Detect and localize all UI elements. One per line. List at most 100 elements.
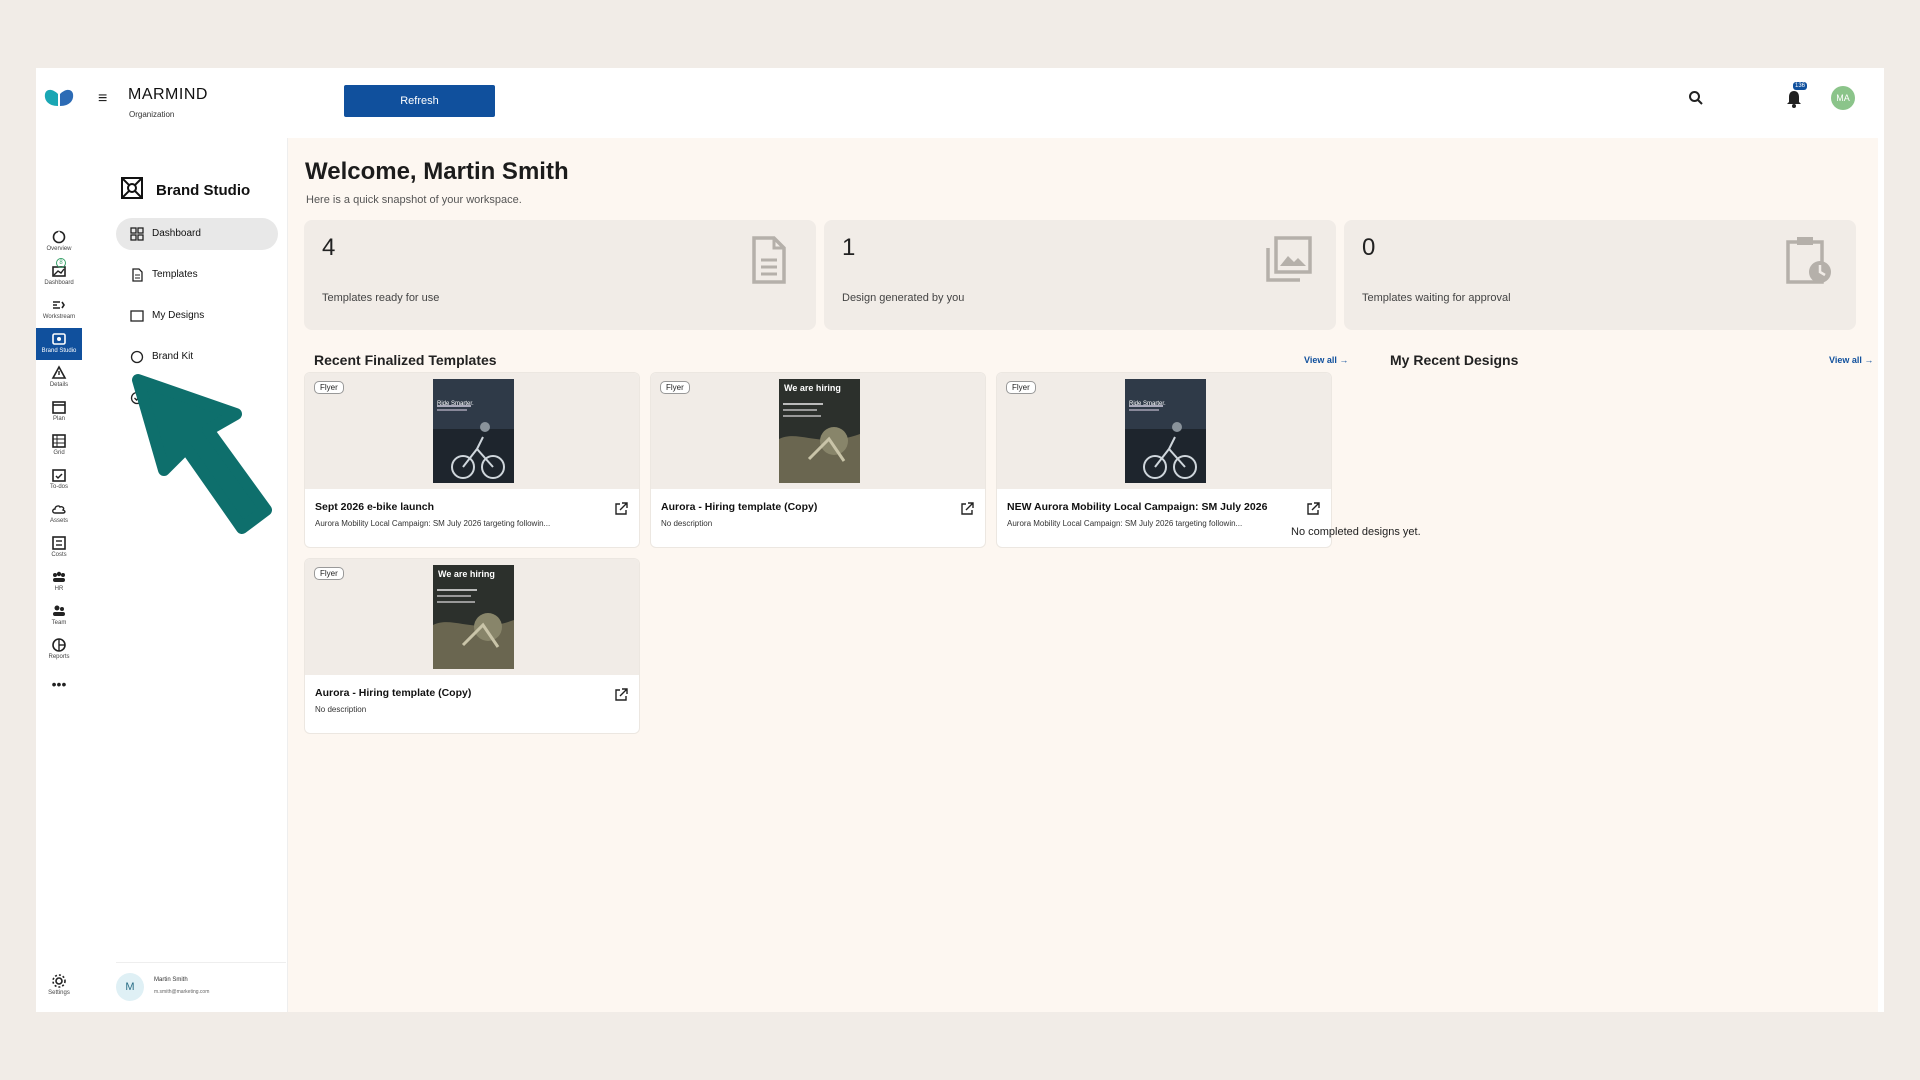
more-icon[interactable]: ••• [36,676,82,708]
recent-designs-title: My Recent Designs [1390,352,1519,368]
sidebar-item-my-designs[interactable]: My Designs [116,300,278,332]
template-description: Aurora Mobility Local Campaign: SM July … [315,519,551,528]
template-preview: Flyer Ride Smarter. [997,373,1331,489]
rail-item-brand-studio[interactable]: Brand Studio [36,328,82,360]
template-card[interactable]: Flyer Ride Smarter. Sept 2026 e-bike lau… [304,372,640,548]
sidebar-item-templates[interactable]: Templates [116,259,278,291]
designs-icon [130,310,144,322]
recent-templates-title: Recent Finalized Templates [314,352,497,368]
stat-value: 1 [842,234,856,261]
rail-item-team[interactable]: Team [36,600,82,632]
sidebar-item-dashboard[interactable]: Dashboard [116,218,278,250]
rail-item-assets[interactable]: Assets [36,498,82,530]
brand-studio-icon [52,333,66,345]
gallery-icon [1266,236,1312,282]
left-nav-rail: Overview Dashboard 8 Workstream Brand St… [36,130,82,1012]
overview-icon [52,230,66,244]
stat-label: Templates ready for use [322,292,440,304]
details-icon [51,365,67,379]
refresh-button[interactable]: Refresh [344,85,495,117]
rail-item-hr[interactable]: HR [36,566,82,598]
rail-item-workstream[interactable]: Workstream [36,294,82,326]
todo-icon [52,469,66,482]
notification-count-badge: 136 [1793,82,1808,90]
document-icon [132,268,143,282]
rail-item-settings[interactable]: Settings [36,970,82,1002]
marmind-logo-icon[interactable] [42,86,76,108]
template-thumbnail [1125,379,1206,483]
rail-item-costs[interactable]: Costs [36,532,82,564]
open-external-icon[interactable] [1305,501,1321,517]
dashboard-badge: 8 [56,258,66,268]
stat-value: 4 [322,234,336,261]
template-thumbnail-text: Ride Smarter. [1129,401,1166,407]
template-title: Aurora - Hiring template (Copy) [315,687,472,699]
template-type-badge: Flyer [660,381,690,394]
open-external-icon[interactable] [613,687,629,703]
template-card[interactable]: Flyer We are hiring Aurora - Hiring temp… [650,372,986,548]
template-description: Aurora Mobility Local Campaign: SM July … [1007,519,1243,528]
sidebar-item-approvals[interactable]: Approvals [116,382,278,414]
view-all-templates-link[interactable]: View all → [1304,355,1348,365]
template-thumbnail-text: We are hiring [438,569,495,579]
sidebar-title: Brand Studio [156,182,251,199]
gear-icon [52,974,66,988]
clipboard-clock-icon [1786,237,1831,284]
top-bar: ≡ MARMIND Organization Refresh 136 MA [36,68,1884,130]
rail-item-todos[interactable]: To-dos [36,464,82,496]
template-preview: Flyer Ride Smarter. [305,373,639,489]
menu-icon[interactable]: ≡ [98,90,107,108]
app-window: ≡ MARMIND Organization Refresh 136 MA Ov… [36,68,1884,1012]
stat-card-designs-generated: 1 Design generated by you [824,220,1336,330]
template-title: Sept 2026 e-bike launch [315,501,435,513]
template-type-badge: Flyer [1006,381,1036,394]
user-email: m.smith@marketing.com [154,989,210,995]
template-type-badge: Flyer [314,381,344,394]
grid-icon [52,434,66,448]
open-external-icon[interactable] [613,501,629,517]
stat-value: 0 [1362,234,1376,261]
calendar-icon [52,401,66,414]
template-card[interactable]: Flyer Ride Smarter. NEW Aurora Mobility … [996,372,1332,548]
template-card[interactable]: Flyer We are hiring Aurora - Hiring temp… [304,558,640,734]
sidebar-user-profile[interactable]: M Martin Smith m.smith@marketing.com [116,962,286,1002]
costs-icon [52,536,66,550]
template-thumbnail-text: We are hiring [784,383,841,393]
template-title: Aurora - Hiring template (Copy) [661,501,818,513]
rail-item-reports[interactable]: Reports [36,634,82,666]
stat-card-templates-ready: 4 Templates ready for use [304,220,816,330]
user-avatar[interactable]: MA [1831,86,1855,110]
brand-studio-logo-icon [121,177,143,199]
team-icon [53,605,65,616]
template-title: NEW Aurora Mobility Local Campaign: SM J… [1007,501,1268,513]
dashboard-grid-icon [130,227,144,241]
view-all-designs-link[interactable]: View all → [1829,355,1873,365]
org-label: Organization [129,110,175,119]
stat-label: Templates waiting for approval [1362,292,1511,304]
sidebar-item-brand-kit[interactable]: Brand Kit [116,341,278,373]
hr-icon [53,571,65,582]
brand-studio-sidebar: Brand Studio Dashboard Templates My Desi… [104,138,306,1012]
rail-item-details[interactable]: Details [36,362,82,394]
template-preview: Flyer We are hiring [651,373,985,489]
open-external-icon[interactable] [959,501,975,517]
template-description: No description [315,705,367,714]
rail-item-plan[interactable]: Plan [36,396,82,428]
reports-icon [52,638,66,652]
rail-item-grid[interactable]: Grid [36,430,82,462]
stat-card-awaiting-approval: 0 Templates waiting for approval [1344,220,1856,330]
workstream-icon [53,301,65,309]
user-name: Martin Smith [154,977,188,983]
search-icon[interactable] [1686,88,1706,108]
main-content: Welcome, Martin Smith Here is a quick sn… [288,138,1878,1012]
rail-item-overview[interactable]: Overview [36,226,82,258]
stat-label: Design generated by you [842,292,965,304]
page-subtitle: Here is a quick snapshot of your workspa… [306,194,522,206]
template-description: No description [661,519,713,528]
check-circle-icon [130,391,144,405]
template-thumbnail [433,565,514,669]
template-thumbnail [433,379,514,483]
notifications-button[interactable]: 136 [1783,82,1808,110]
empty-designs-message: No completed designs yet. [1291,526,1421,538]
template-thumbnail-text: Ride Smarter. [437,401,474,407]
